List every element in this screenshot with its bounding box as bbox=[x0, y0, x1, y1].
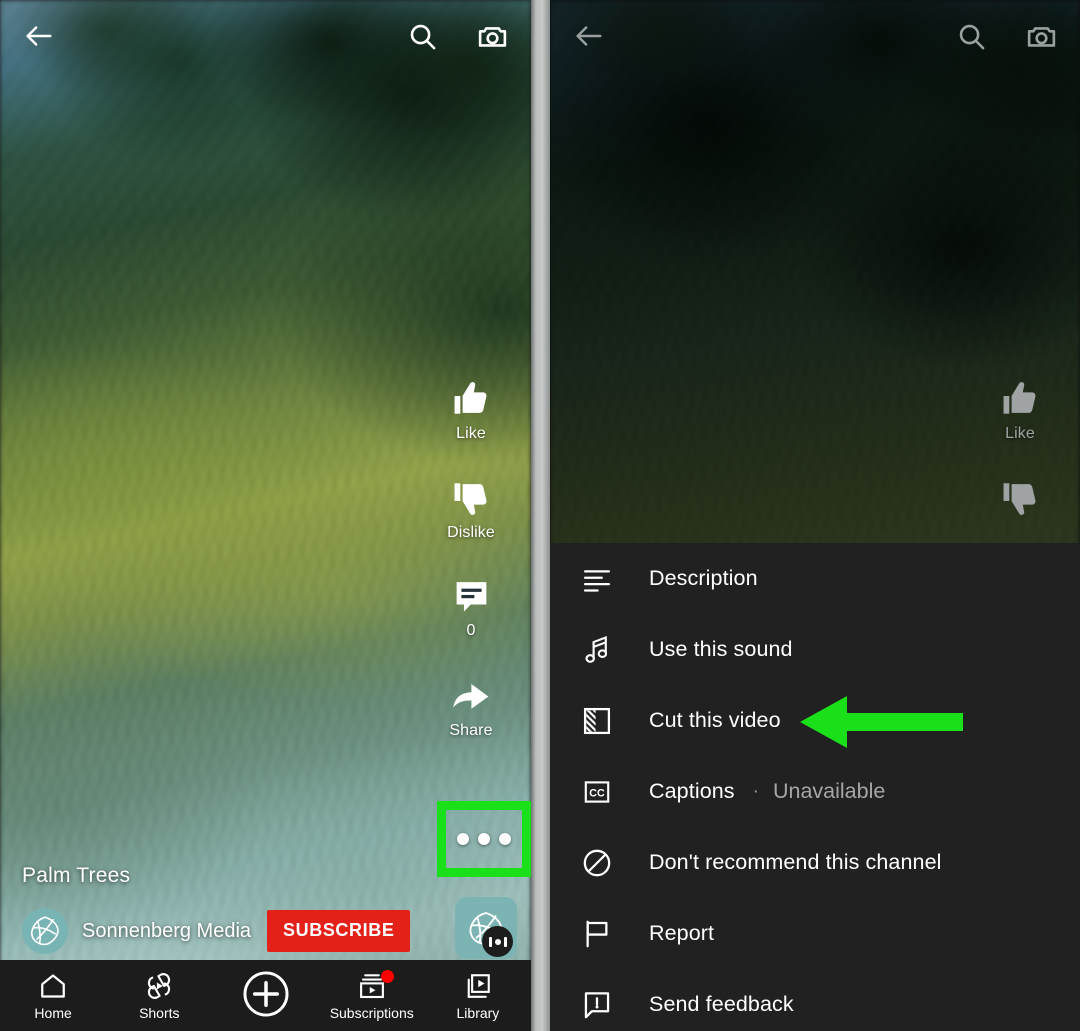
camera-icon[interactable] bbox=[1025, 20, 1058, 53]
option-dont-recommend-channel[interactable]: Don't recommend this channel bbox=[550, 827, 1080, 898]
option-send-feedback[interactable]: Send feedback bbox=[550, 969, 1080, 1031]
search-icon[interactable] bbox=[956, 21, 987, 52]
top-bar-left bbox=[0, 0, 531, 72]
screenshot-root: Like Dislike 0 Share Palm Trees Sonnenbe… bbox=[0, 0, 1080, 1031]
search-icon[interactable] bbox=[407, 21, 438, 52]
option-label: Send feedback bbox=[649, 992, 794, 1016]
nav-item-shorts[interactable]: Shorts bbox=[106, 960, 212, 1031]
nav-label: Library bbox=[456, 1004, 500, 1021]
block-icon bbox=[575, 846, 619, 880]
option-label: Captions bbox=[649, 779, 735, 803]
description-icon bbox=[575, 562, 619, 596]
option-label: Cut this video bbox=[649, 708, 781, 732]
more-dot bbox=[457, 833, 469, 845]
option-description[interactable]: Description bbox=[550, 543, 1080, 614]
nav-item-subscriptions[interactable]: Subscriptions bbox=[319, 960, 425, 1031]
subscriptions-badge bbox=[380, 970, 394, 983]
share-button[interactable]: Share bbox=[449, 674, 492, 740]
option-label: Use this sound bbox=[649, 637, 793, 661]
cut-video-icon bbox=[575, 704, 619, 738]
svg-text:CC: CC bbox=[589, 787, 605, 799]
share-icon bbox=[449, 674, 492, 717]
options-bottom-sheet: Description Use this sound Cut this vide… bbox=[550, 543, 1080, 1031]
more-options-highlight bbox=[437, 801, 531, 877]
closed-captions-icon: CC bbox=[575, 776, 619, 808]
like-button[interactable]: Like bbox=[450, 378, 492, 443]
left-phone-panel: Like Dislike 0 Share Palm Trees Sonnenbe… bbox=[0, 0, 531, 1031]
library-icon bbox=[463, 971, 493, 1001]
video-title: Palm Trees bbox=[22, 864, 131, 887]
home-icon bbox=[38, 971, 68, 1001]
thumbs-down-icon bbox=[999, 477, 1041, 519]
action-rail-right: Like bbox=[972, 378, 1068, 553]
create-plus-icon bbox=[241, 969, 291, 1019]
option-label: Description bbox=[649, 566, 758, 590]
nav-label: Shorts bbox=[139, 1004, 180, 1021]
avatar[interactable] bbox=[22, 908, 68, 954]
dislike-label: Dislike bbox=[447, 524, 495, 541]
like-label: Like bbox=[1005, 425, 1035, 442]
bottom-navigation: Home Shorts Subscriptions Library bbox=[0, 960, 531, 1031]
right-phone-panel: Like Description Use this sound Cut this… bbox=[550, 0, 1080, 1031]
comment-count: 0 bbox=[466, 622, 476, 639]
sound-playing-badge bbox=[482, 926, 513, 957]
shorts-icon bbox=[144, 971, 174, 1001]
more-dot bbox=[478, 833, 490, 845]
comment-icon bbox=[451, 576, 492, 617]
feedback-icon bbox=[575, 988, 619, 1022]
like-label: Like bbox=[456, 425, 486, 442]
option-captions[interactable]: CC Captions · Unavailable bbox=[550, 756, 1080, 827]
option-use-this-sound[interactable]: Use this sound bbox=[550, 614, 1080, 685]
more-dot bbox=[499, 833, 511, 845]
nav-label: Subscriptions bbox=[329, 1004, 414, 1021]
subscribe-button[interactable]: SUBSCRIBE bbox=[267, 910, 411, 952]
panel-divider bbox=[531, 0, 550, 1031]
top-bar-right bbox=[550, 0, 1080, 72]
camera-icon[interactable] bbox=[476, 20, 509, 53]
thumbs-up-icon bbox=[999, 378, 1041, 420]
nav-item-home[interactable]: Home bbox=[0, 960, 106, 1031]
thumbs-down-icon bbox=[450, 477, 492, 519]
video-meta: Palm Trees Sonnenberg Media SUBSCRIBE bbox=[22, 864, 411, 954]
channel-name[interactable]: Sonnenberg Media bbox=[82, 920, 251, 943]
flag-icon bbox=[575, 917, 619, 951]
more-options-icon[interactable] bbox=[446, 810, 522, 868]
option-value: Unavailable bbox=[772, 779, 886, 803]
option-report[interactable]: Report bbox=[550, 898, 1080, 969]
nav-label: Home bbox=[34, 1004, 72, 1021]
dislike-button[interactable] bbox=[999, 477, 1041, 519]
like-button[interactable]: Like bbox=[999, 378, 1041, 443]
nav-item-create[interactable] bbox=[212, 960, 318, 1031]
option-label: Report bbox=[649, 921, 715, 945]
back-arrow-icon[interactable] bbox=[572, 19, 606, 53]
channel-row: Sonnenberg Media SUBSCRIBE bbox=[22, 908, 411, 954]
music-note-icon bbox=[575, 633, 619, 667]
back-arrow-icon[interactable] bbox=[22, 19, 56, 53]
thumbs-up-icon bbox=[450, 378, 492, 420]
option-label: Don't recommend this channel bbox=[649, 850, 942, 874]
nav-item-library[interactable]: Library bbox=[425, 960, 531, 1031]
share-label: Share bbox=[449, 722, 493, 739]
dislike-button[interactable]: Dislike bbox=[447, 477, 495, 542]
comments-button[interactable]: 0 bbox=[451, 576, 492, 640]
option-separator: · bbox=[752, 780, 759, 802]
option-cut-this-video[interactable]: Cut this video bbox=[550, 685, 1080, 756]
action-rail-left: Like Dislike 0 Share bbox=[423, 378, 519, 774]
sound-button[interactable] bbox=[455, 897, 517, 959]
